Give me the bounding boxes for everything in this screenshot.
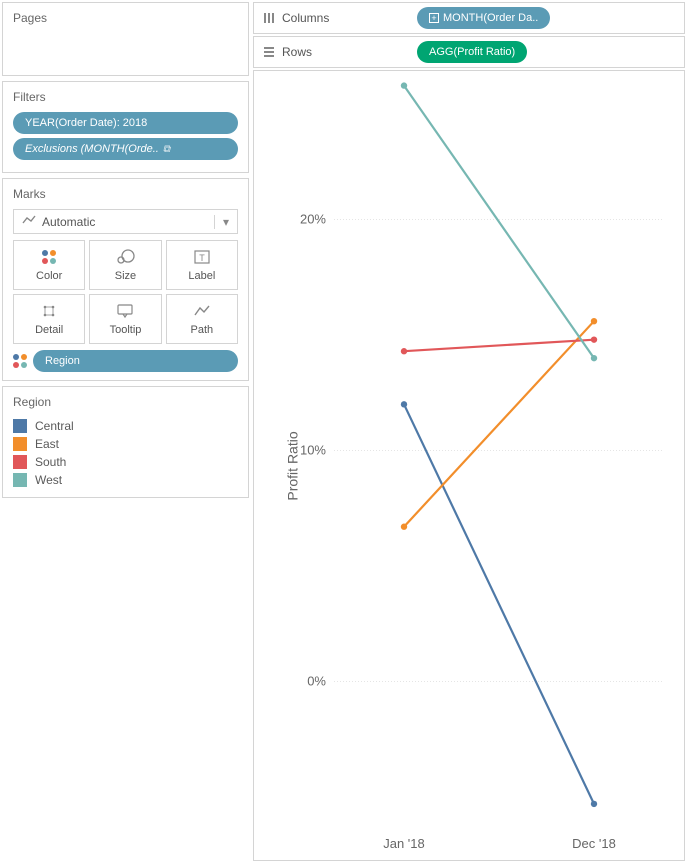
line-east[interactable] [404,321,594,527]
filters-card: Filters YEAR(Order Date): 2018 Exclusions… [2,81,249,173]
legend-item-east[interactable]: East [13,435,238,453]
y-axis-label: Profit Ratio [285,431,301,500]
marks-card: Marks Automatic ▾ ColorSizeTLabelDetailT… [2,178,249,381]
region-legend-card: Region CentralEastSouthWest [2,386,249,498]
size-icon [115,248,135,266]
legend-swatch [13,473,27,487]
marks-title: Marks [13,187,238,201]
legend-swatch [13,455,27,469]
rows-pill[interactable]: AGG(Profit Ratio) [417,41,527,63]
line-icon [22,214,36,229]
color-dots-icon [13,354,27,368]
link-icon: ⧉ [163,144,170,155]
rows-icon [262,45,276,59]
legend-swatch [13,437,27,451]
point[interactable] [401,348,407,354]
point[interactable] [591,336,597,342]
line-south[interactable] [404,340,594,352]
y-tick-label: 20% [300,212,326,227]
point[interactable] [591,355,597,361]
columns-shelf[interactable]: Columns + MONTH(Order Da.. [253,2,685,34]
legend-item-west[interactable]: West [13,471,238,489]
svg-text:T: T [199,253,205,263]
point[interactable] [401,401,407,407]
marks-size-button[interactable]: Size [89,240,161,290]
marks-path-button[interactable]: Path [166,294,238,344]
point[interactable] [401,82,407,88]
marks-type-label: Automatic [42,215,95,229]
color-icon [42,248,56,266]
columns-icon [262,11,276,25]
label-icon: T [193,248,211,266]
point[interactable] [591,318,597,324]
path-icon [193,302,211,320]
rows-label: Rows [282,45,312,59]
marks-color-pill[interactable]: Region [33,350,238,372]
marks-detail-button[interactable]: Detail [13,294,85,344]
x-tick-label: Dec '18 [572,836,616,851]
expand-icon: + [429,13,439,23]
marks-tooltip-button[interactable]: Tooltip [89,294,161,344]
tooltip-icon [116,302,134,320]
x-tick-label: Jan '18 [383,836,424,851]
point[interactable] [591,801,597,807]
pages-title: Pages [13,11,238,25]
legend-swatch [13,419,27,433]
columns-label: Columns [282,11,329,25]
marks-color-button[interactable]: Color [13,240,85,290]
columns-pill[interactable]: + MONTH(Order Da.. [417,7,550,29]
legend-item-central[interactable]: Central [13,417,238,435]
chart-area[interactable]: Profit Ratio 0% 10% 20% Jan '18 Dec '18 [253,70,685,861]
pages-card: Pages [2,2,249,76]
line-west[interactable] [404,86,594,359]
y-tick-label: 10% [300,443,326,458]
chevron-down-icon: ▾ [214,215,229,229]
point[interactable] [401,524,407,530]
filter-pill-0[interactable]: YEAR(Order Date): 2018 [13,112,238,134]
legend-title: Region [13,395,238,409]
marks-label-button[interactable]: TLabel [166,240,238,290]
rows-shelf[interactable]: Rows AGG(Profit Ratio) [253,36,685,68]
line-central[interactable] [404,404,594,804]
filter-pill-1[interactable]: Exclusions (MONTH(Orde..⧉ [13,138,238,160]
y-tick-label: 0% [307,673,326,688]
detail-icon [41,302,57,320]
legend-item-south[interactable]: South [13,453,238,471]
filters-title: Filters [13,90,238,104]
marks-type-select[interactable]: Automatic ▾ [13,209,238,234]
